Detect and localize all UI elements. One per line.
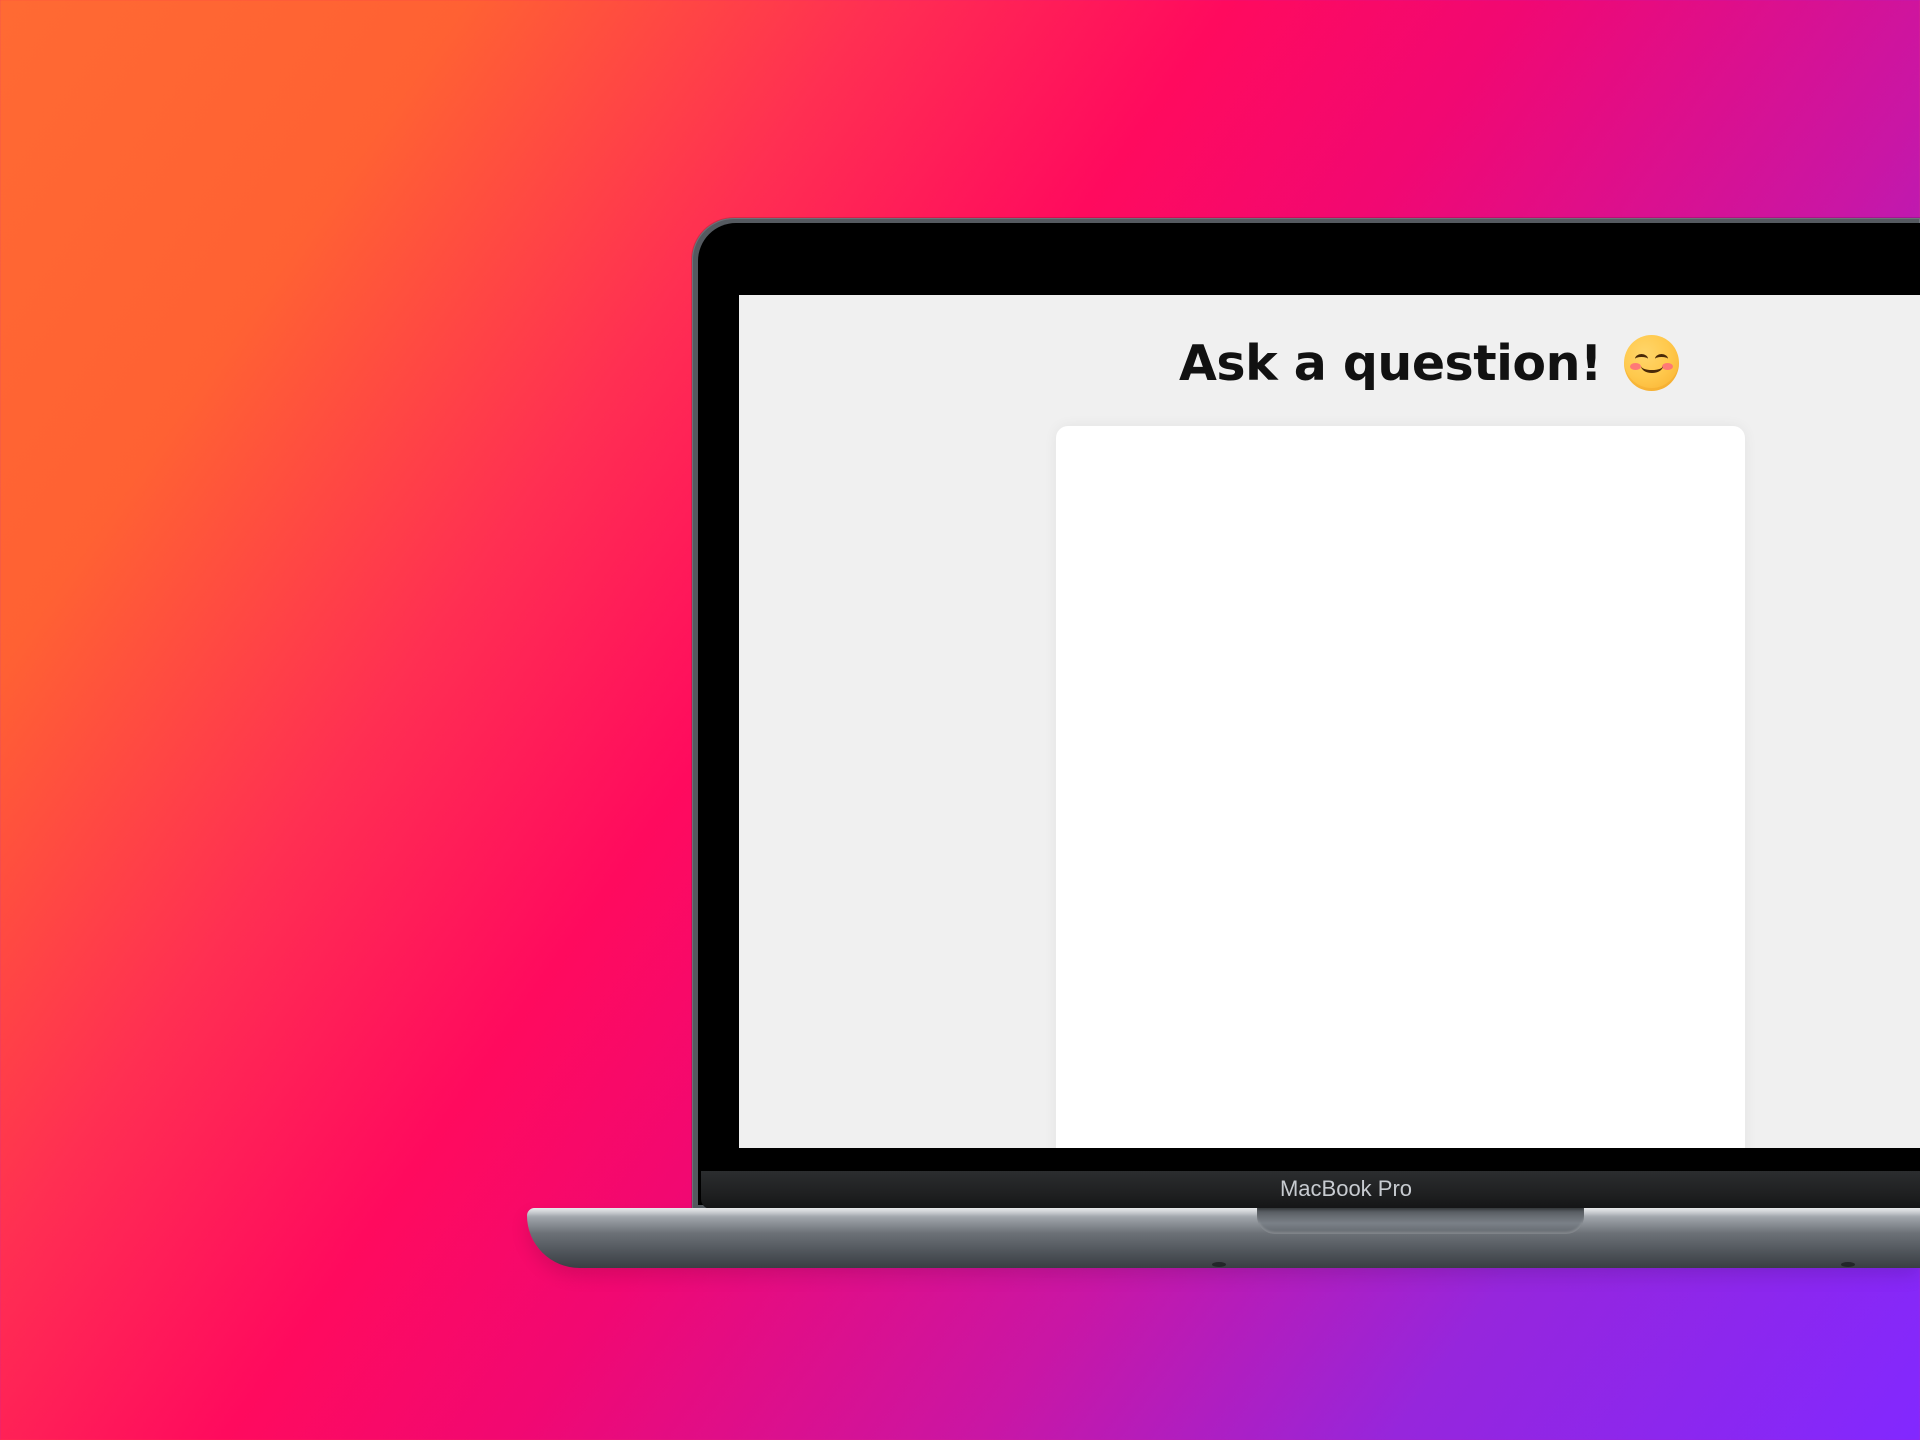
laptop-foot-right (1841, 1262, 1855, 1267)
gradient-background: Ask a question! MacBook Pro (0, 0, 1920, 1440)
emoji-mouth (1640, 359, 1663, 373)
emoji-left-cheek (1629, 363, 1641, 370)
laptop-opening-groove (1257, 1208, 1584, 1234)
laptop-mockup: Ask a question! MacBook Pro (527, 218, 1920, 1268)
page-heading: Ask a question! (1179, 333, 1679, 393)
laptop-base (527, 1208, 1920, 1268)
laptop-model-label: MacBook Pro (1279, 1176, 1413, 1201)
smiling-face-icon (1623, 335, 1679, 391)
emoji-right-cheek (1662, 363, 1673, 370)
laptop-screen: Ask a question! (739, 295, 1920, 1148)
question-card[interactable] (1056, 426, 1745, 1148)
page-title: Ask a question! (1179, 334, 1602, 392)
laptop-foot-left (1212, 1262, 1226, 1267)
